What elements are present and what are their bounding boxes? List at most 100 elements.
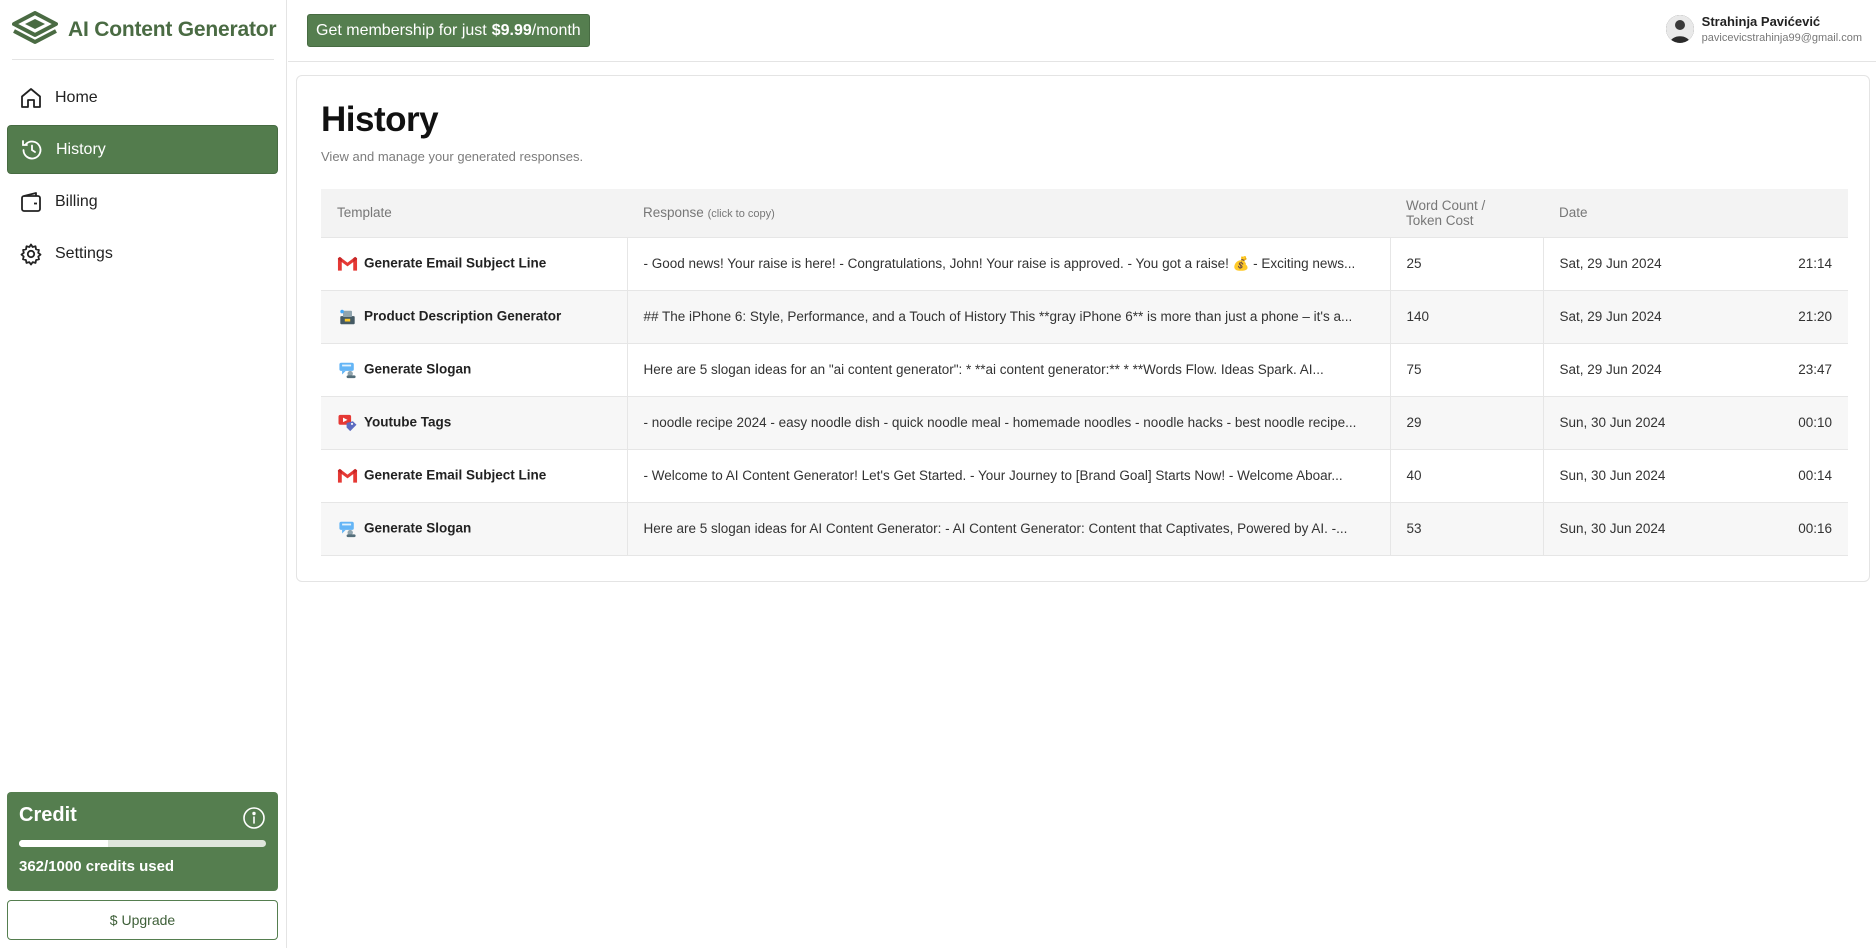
table-row[interactable]: Generate Email Subject Line - Good news! … xyxy=(321,237,1848,291)
word-count-cell: 53 xyxy=(1390,502,1544,556)
info-icon[interactable] xyxy=(242,806,266,830)
gear-icon xyxy=(20,243,42,265)
word-count-cell: 29 xyxy=(1390,396,1544,450)
word-count-header-line2: Token Cost xyxy=(1406,212,1474,228)
app-name: AI Content Generator xyxy=(68,18,277,41)
avatar[interactable] xyxy=(1665,15,1694,43)
logo-icon xyxy=(12,11,58,44)
column-header-date: Date xyxy=(1543,189,1848,238)
date-value: Sun, 30 Jun 2024 xyxy=(1559,468,1666,483)
page-title: History xyxy=(321,100,439,139)
credit-progress-fill xyxy=(19,840,109,847)
template-name: Generate Slogan xyxy=(364,361,472,377)
youtube-tags-icon xyxy=(337,414,358,432)
table-row[interactable]: Youtube Tags - noodle recipe 2024 - easy … xyxy=(321,396,1848,450)
template-name: Generate Slogan xyxy=(364,520,472,536)
history-icon xyxy=(22,139,42,159)
time-value: 00:14 xyxy=(1798,468,1832,483)
response-cell[interactable]: ## The iPhone 6: Style, Performance, and… xyxy=(627,290,1391,344)
table-row[interactable]: Product Description Generator ## The iPho… xyxy=(321,290,1848,344)
credit-title: Credit xyxy=(19,804,77,826)
date-value: Sat, 29 Jun 2024 xyxy=(1559,256,1662,271)
sidebar-nav: Home History Billing Settings xyxy=(7,73,278,281)
response-cell[interactable]: - Welcome to AI Content Generator! Let's… xyxy=(627,449,1391,503)
app-logo[interactable]: AI Content Generator xyxy=(12,10,277,50)
response-header-label: Response xyxy=(643,205,704,221)
template-cell: Youtube Tags xyxy=(321,396,628,450)
sidebar-item-home[interactable]: Home xyxy=(7,73,278,122)
date-cell: Sun, 30 Jun 2024 00:14 xyxy=(1543,449,1848,503)
sidebar-item-billing[interactable]: Billing xyxy=(7,177,278,226)
table-row[interactable]: Generate Slogan Here are 5 slogan ideas f… xyxy=(321,343,1848,397)
credit-panel: Credit 362/1000 credits used xyxy=(7,792,278,891)
response-cell[interactable]: Here are 5 slogan ideas for an "ai conte… xyxy=(627,343,1391,397)
date-value: Sat, 29 Jun 2024 xyxy=(1559,362,1662,377)
response-cell[interactable]: - noodle recipe 2024 - easy noodle dish … xyxy=(627,396,1391,450)
credit-progress-bar xyxy=(19,840,266,847)
upgrade-button[interactable]: $ Upgrade xyxy=(7,900,278,940)
template-cell: Generate Slogan xyxy=(321,343,628,397)
date-cell: Sun, 30 Jun 2024 00:10 xyxy=(1543,396,1848,450)
user-profile[interactable]: Strahinja Pavićević pavicevicstrahinja99… xyxy=(1665,14,1862,44)
slogan-icon xyxy=(337,361,358,379)
date-value: Sat, 29 Jun 2024 xyxy=(1559,309,1662,324)
sidebar-item-label: History xyxy=(56,140,106,158)
template-name: Product Description Generator xyxy=(364,308,562,324)
column-header-response: Response (click to copy) xyxy=(627,189,1390,238)
date-cell: Sat, 29 Jun 2024 21:14 xyxy=(1543,237,1848,291)
sidebar: AI Content Generator Home History Billin… xyxy=(0,0,287,948)
response-header-hint: (click to copy) xyxy=(707,208,775,221)
time-value: 00:10 xyxy=(1798,415,1832,430)
user-name: Strahinja Pavićević xyxy=(1701,14,1821,29)
template-cell: Generate Slogan xyxy=(321,502,628,556)
time-value: 23:47 xyxy=(1798,362,1832,377)
product-icon xyxy=(337,308,358,326)
word-count-cell: 75 xyxy=(1390,343,1544,397)
history-table: Template Response (click to copy) Word C… xyxy=(321,189,1848,556)
time-value: 00:16 xyxy=(1798,521,1832,536)
promo-suffix: /month xyxy=(531,21,581,39)
user-email: pavicevicstrahinja99@gmail.com xyxy=(1701,32,1862,44)
top-bar: Get membership for just $9.99 /month Str… xyxy=(288,0,1876,62)
date-cell: Sun, 30 Jun 2024 00:16 xyxy=(1543,502,1848,556)
sidebar-divider xyxy=(12,59,274,60)
date-cell: Sat, 29 Jun 2024 23:47 xyxy=(1543,343,1848,397)
avatar-image xyxy=(1665,15,1694,43)
sidebar-item-settings[interactable]: Settings xyxy=(7,229,278,278)
gmail-icon xyxy=(337,255,358,273)
date-value: Sun, 30 Jun 2024 xyxy=(1559,521,1666,536)
table-row[interactable]: Generate Email Subject Line - Welcome to … xyxy=(321,449,1848,503)
wallet-icon xyxy=(21,191,41,212)
promo-price: $9.99 xyxy=(491,21,532,39)
membership-promo-button[interactable]: Get membership for just $9.99 /month xyxy=(307,14,590,47)
template-cell: Product Description Generator xyxy=(321,290,628,344)
sidebar-item-label: Home xyxy=(55,88,98,106)
template-name: Generate Email Subject Line xyxy=(364,467,547,483)
sidebar-item-label: Settings xyxy=(55,244,113,262)
response-cell[interactable]: Here are 5 slogan ideas for AI Content G… xyxy=(627,502,1391,556)
response-cell[interactable]: - Good news! Your raise is here! - Congr… xyxy=(627,237,1391,291)
word-count-cell: 25 xyxy=(1390,237,1544,291)
slogan-icon xyxy=(337,520,358,538)
date-cell: Sat, 29 Jun 2024 21:20 xyxy=(1543,290,1848,344)
sidebar-item-history[interactable]: History xyxy=(7,125,278,174)
word-count-header-line1: Word Count / xyxy=(1406,197,1486,213)
date-value: Sun, 30 Jun 2024 xyxy=(1559,415,1666,430)
time-value: 21:14 xyxy=(1798,256,1832,271)
gmail-icon xyxy=(337,467,358,485)
page-subtitle: View and manage your generated responses… xyxy=(321,149,584,164)
word-count-cell: 140 xyxy=(1390,290,1544,344)
promo-prefix: Get membership for just xyxy=(316,21,487,39)
sidebar-item-label: Billing xyxy=(55,192,98,210)
column-header-template: Template xyxy=(321,189,627,238)
column-header-word-count: Word Count / Token Cost xyxy=(1390,189,1543,238)
table-header-row: Template Response (click to copy) Word C… xyxy=(321,189,1848,238)
table-row[interactable]: Generate Slogan Here are 5 slogan ideas f… xyxy=(321,502,1848,556)
time-value: 21:20 xyxy=(1798,309,1832,324)
template-cell: Generate Email Subject Line xyxy=(321,449,628,503)
credit-used-label: 362/1000 credits used xyxy=(19,858,175,875)
template-name: Generate Email Subject Line xyxy=(364,255,547,271)
history-card: History View and manage your generated r… xyxy=(296,75,1870,582)
word-count-cell: 40 xyxy=(1390,449,1544,503)
home-icon xyxy=(21,87,41,108)
